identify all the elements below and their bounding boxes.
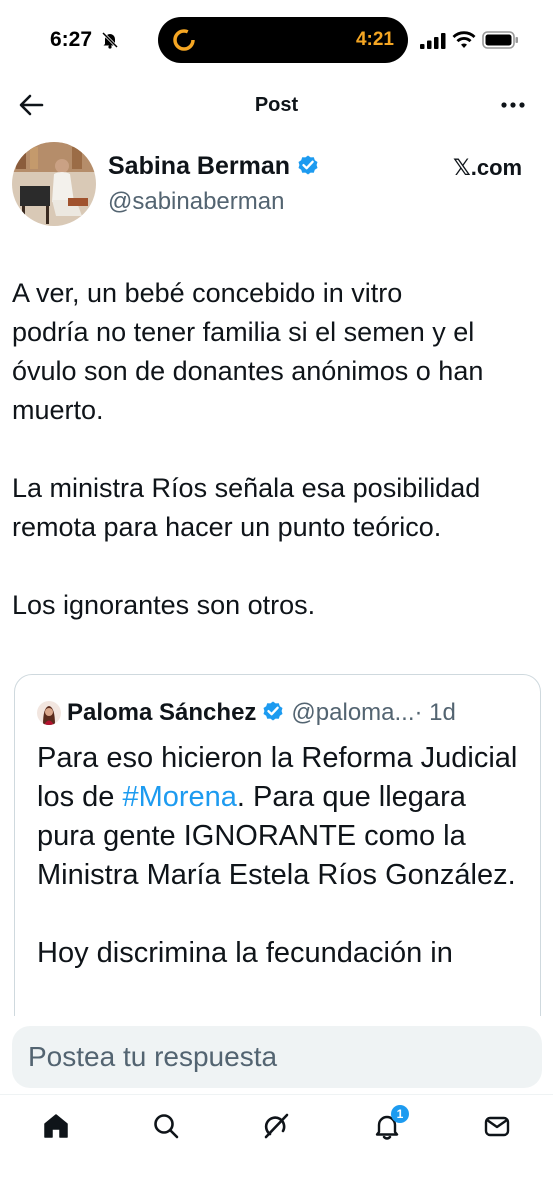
quote-text: Para eso hicieron la Reforma Judicial lo…: [37, 739, 527, 973]
notification-count-badge: 1: [391, 1105, 409, 1123]
reply-bar: Postea tu respuesta: [0, 1016, 553, 1100]
page-title: Post: [254, 94, 299, 116]
tweet-paragraph: Los ignorantes son otros.: [12, 590, 316, 620]
author-name[interactable]: Sabina Berman: [108, 152, 290, 180]
wifi-icon: [452, 31, 476, 48]
messages-icon[interactable]: [482, 1111, 512, 1141]
search-icon[interactable]: [151, 1111, 181, 1141]
verified-badge-icon: [298, 155, 318, 175]
quote-header: Paloma Sánchez @paloma...· 1d: [67, 699, 456, 727]
tweet-paragraph: A ver, un bebé concebido in vitro podría…: [12, 278, 484, 425]
dynamic-island: 4:21: [158, 17, 408, 63]
home-icon[interactable]: [41, 1111, 71, 1141]
status-time: 6:27: [50, 28, 93, 51]
quote-text-paragraph: Hoy discrimina la fecundación in: [37, 937, 453, 969]
bell-slash-icon: [101, 31, 119, 49]
more-horizontal-icon[interactable]: [500, 96, 526, 114]
quote-avatar: [37, 701, 61, 725]
author-handle[interactable]: @sabinaberman: [108, 188, 284, 216]
avatar-image: [12, 142, 96, 226]
reply-input[interactable]: Postea tu respuesta: [12, 1026, 542, 1088]
tweet-paragraph: La ministra Ríos señala esa posibilidad …: [12, 473, 481, 542]
grok-icon[interactable]: [261, 1111, 291, 1141]
status-bar: 6:27 4:21: [0, 0, 553, 80]
quote-avatar-image: [37, 701, 61, 725]
timer-icon: [173, 29, 195, 51]
verified-badge-icon: [263, 701, 283, 721]
top-navigation: Post: [0, 82, 553, 130]
source-badge: 𝕏.com: [453, 155, 523, 180]
bottom-tab-bar: [0, 1094, 553, 1200]
quote-author-name: Paloma Sánchez: [67, 699, 257, 726]
timer-text: 4:21: [355, 29, 394, 50]
author-avatar[interactable]: [12, 142, 96, 226]
tweet-body: A ver, un bebé concebido in vitro podría…: [12, 274, 542, 625]
hashtag-link[interactable]: #Morena: [122, 781, 236, 813]
battery-icon: [482, 31, 518, 49]
signal-icon: [420, 33, 446, 49]
quote-timestamp: · 1d: [414, 699, 456, 726]
quote-author-handle: @paloma...: [291, 699, 415, 726]
author-name-row[interactable]: Sabina Berman: [108, 152, 320, 181]
